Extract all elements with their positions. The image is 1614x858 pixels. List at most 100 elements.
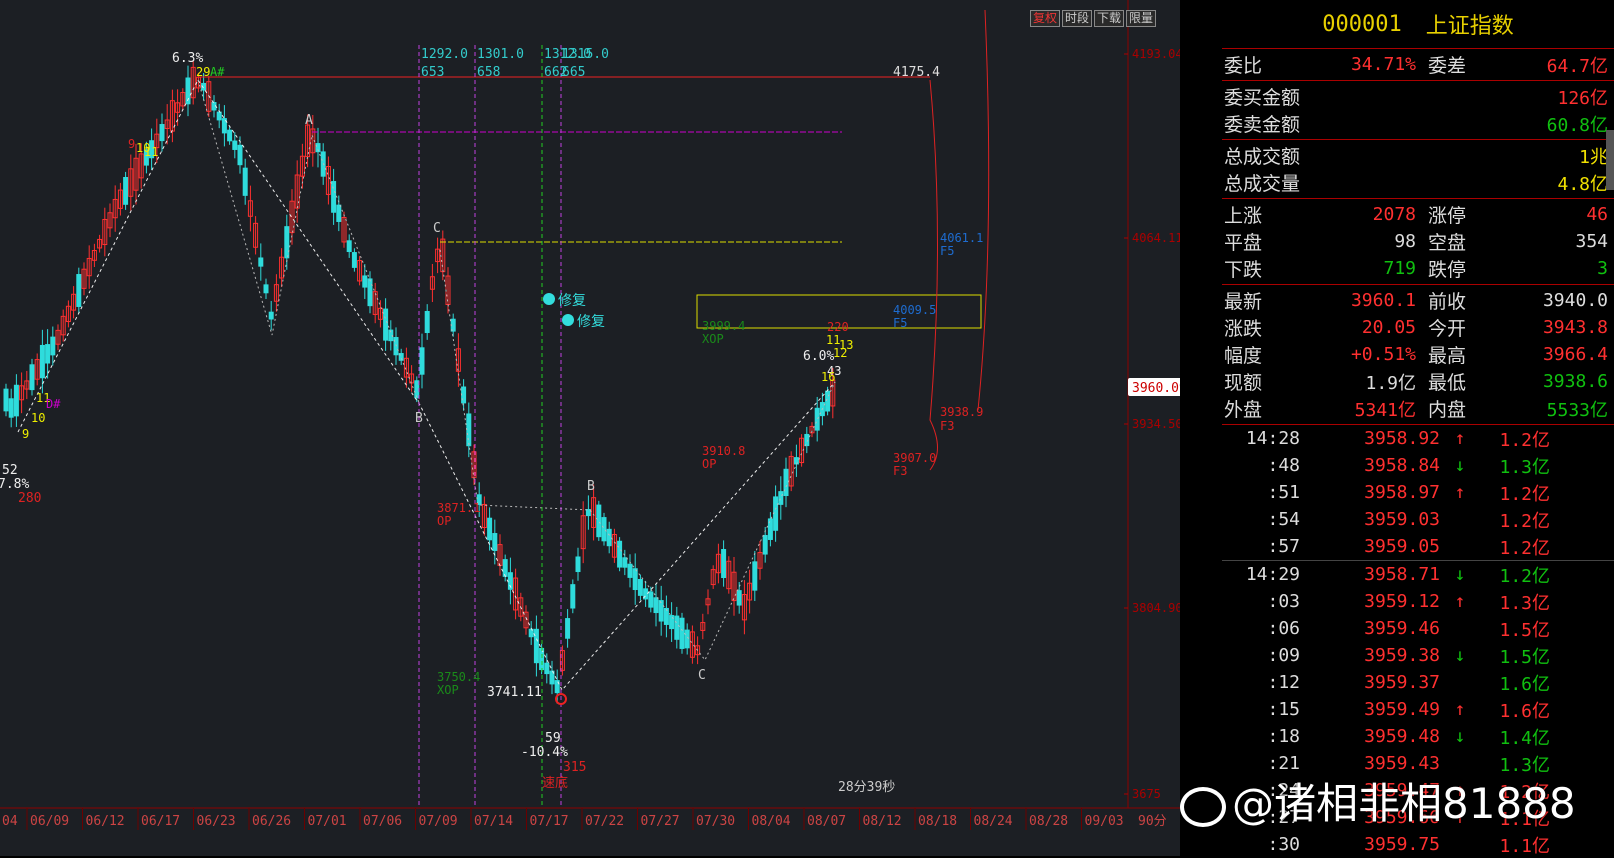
- tick-volume: 1.2亿: [1499, 483, 1550, 505]
- candle-body: [123, 176, 129, 205]
- last-value: 3960.1: [1350, 290, 1416, 311]
- down-label: 下跌: [1224, 259, 1263, 281]
- tick-volume: 1.2亿: [1499, 429, 1550, 451]
- candle-body: [825, 390, 831, 412]
- tick-volume: 1.2亿: [1499, 537, 1550, 559]
- projection-brace: [929, 79, 938, 471]
- candle-body: [331, 181, 337, 213]
- date-label: 06/17: [141, 814, 180, 829]
- flat-label: 平盘: [1224, 232, 1263, 254]
- candle-body: [658, 600, 664, 622]
- limit-button[interactable]: 限量: [1126, 10, 1157, 27]
- candle-body: [3, 388, 9, 412]
- tick-row: :54 3959.03 1.2亿: [1222, 506, 1614, 533]
- op-3910-label: 3910.8: [702, 444, 745, 458]
- candle-body: [684, 629, 690, 649]
- limit-down-value: 3: [1597, 258, 1608, 279]
- candle-body: [351, 252, 357, 268]
- tick-price: 3958.84: [1364, 455, 1440, 476]
- tick-time: 14:28: [1245, 428, 1300, 449]
- xop-3750-label: 3750.4: [437, 670, 480, 684]
- xop-3999-label: 3999.4: [702, 319, 745, 333]
- tick-price: 3959.37: [1364, 672, 1440, 693]
- wave-b-left-label: B: [415, 411, 423, 426]
- left-10-label: 10: [31, 411, 45, 425]
- tick-time: :15: [1267, 699, 1300, 720]
- down-value: 719: [1383, 258, 1416, 279]
- tick-arrow: ↑: [1454, 482, 1466, 503]
- tick-price: 3958.97: [1364, 482, 1440, 503]
- kline-chart[interactable]: 4193.04 4064.11 3934.50 3804.90 3675 3960.09 0…: [0, 0, 1180, 856]
- num-11b-label: 11: [144, 145, 158, 159]
- repair-dot-icon: [562, 314, 574, 326]
- tick-arrow: ↑: [1454, 699, 1466, 720]
- candle-body: [419, 347, 425, 375]
- tick-volume: 1.6亿: [1499, 673, 1550, 695]
- vline-bottom-label: 658: [477, 65, 500, 80]
- limit-up-label: 涨停: [1428, 205, 1467, 227]
- candle-body: [487, 517, 493, 541]
- buy-amount-value: 126亿: [1557, 87, 1608, 109]
- tick-price: 3958.92: [1364, 428, 1440, 449]
- total-volume-label: 总成交量: [1224, 173, 1301, 195]
- tick-row: :03 3959.12 ↑ 1.3亿: [1222, 588, 1614, 615]
- up-value: 2078: [1372, 204, 1416, 225]
- f3-label: F3: [940, 419, 954, 433]
- candle-body: [367, 278, 373, 307]
- date-label: 08/28: [1029, 814, 1068, 829]
- tick-time: :30: [1267, 834, 1300, 855]
- time-segment-button[interactable]: 时段: [1062, 10, 1093, 27]
- candle-body: [242, 167, 248, 196]
- kline-canvas[interactable]: 4193.04 4064.11 3934.50 3804.90 3675 3960.09 0…: [0, 0, 1180, 856]
- date-label: 08/18: [918, 814, 957, 829]
- f3-3907-label: 3907.0: [893, 451, 936, 465]
- candle-body: [414, 380, 420, 399]
- candle-body: [39, 344, 45, 379]
- candle-body: [29, 364, 35, 391]
- tick-price: 3959.03: [1364, 509, 1440, 530]
- wei-bi-label: 委比: [1224, 55, 1263, 77]
- tick-price: 3959.46: [1364, 618, 1440, 639]
- tick-volume: 1.5亿: [1499, 646, 1550, 668]
- total-amount-label: 总成交额: [1224, 146, 1301, 168]
- f3-3938-label: 3938.9: [940, 405, 983, 419]
- num-16-label: 16: [821, 370, 835, 384]
- candle-body: [8, 398, 14, 418]
- candle-body: [159, 124, 165, 142]
- tick-price: 3959.38: [1364, 645, 1440, 666]
- chg-label: 涨跌: [1224, 318, 1263, 340]
- f5-label: F5: [893, 316, 907, 330]
- tick-price: 3959.48: [1364, 726, 1440, 747]
- tag-top-label: A#: [210, 65, 225, 79]
- download-button[interactable]: 下载: [1094, 10, 1125, 27]
- wave-c-low-label: C: [698, 668, 706, 683]
- tick-volume: 1.2亿: [1499, 510, 1550, 532]
- level-4175-label: 4175.4: [893, 65, 940, 80]
- tick-time: :57: [1267, 536, 1300, 557]
- tick-price: 3959.75: [1364, 834, 1440, 855]
- wave-zigzag-line: [17, 79, 836, 691]
- candle-body: [258, 257, 264, 267]
- op-3871-label: 3871.1: [437, 501, 480, 515]
- low-price-label: 3741.11: [487, 685, 542, 700]
- restore-button[interactable]: 复权: [1030, 10, 1061, 27]
- candle-body: [284, 226, 290, 259]
- tick-price: 3958.71: [1364, 564, 1440, 585]
- quote-panel: 000001 上证指数 委比 34.71% 委差 64.7亿 委买金额 126亿 委卖金…: [1222, 0, 1614, 857]
- candle-body: [268, 311, 274, 320]
- empty-label: 空盘: [1428, 232, 1467, 254]
- candle-body: [601, 517, 607, 542]
- wave-sub-line: [439, 249, 836, 661]
- candle-body: [632, 568, 638, 591]
- tick-time: :03: [1267, 591, 1300, 612]
- candle-body: [492, 533, 498, 551]
- panel-scrollbar[interactable]: [1606, 130, 1614, 190]
- low-value: 3938.6: [1542, 371, 1608, 392]
- tick-row: :09 3959.38 ↓ 1.5亿: [1222, 642, 1614, 669]
- candle-body: [773, 496, 779, 531]
- candle-body: [674, 615, 680, 640]
- candle-body: [232, 140, 238, 150]
- total-volume-value: 4.8亿: [1557, 173, 1608, 195]
- tick-arrow: ↓: [1454, 455, 1466, 476]
- candle-body: [663, 607, 669, 625]
